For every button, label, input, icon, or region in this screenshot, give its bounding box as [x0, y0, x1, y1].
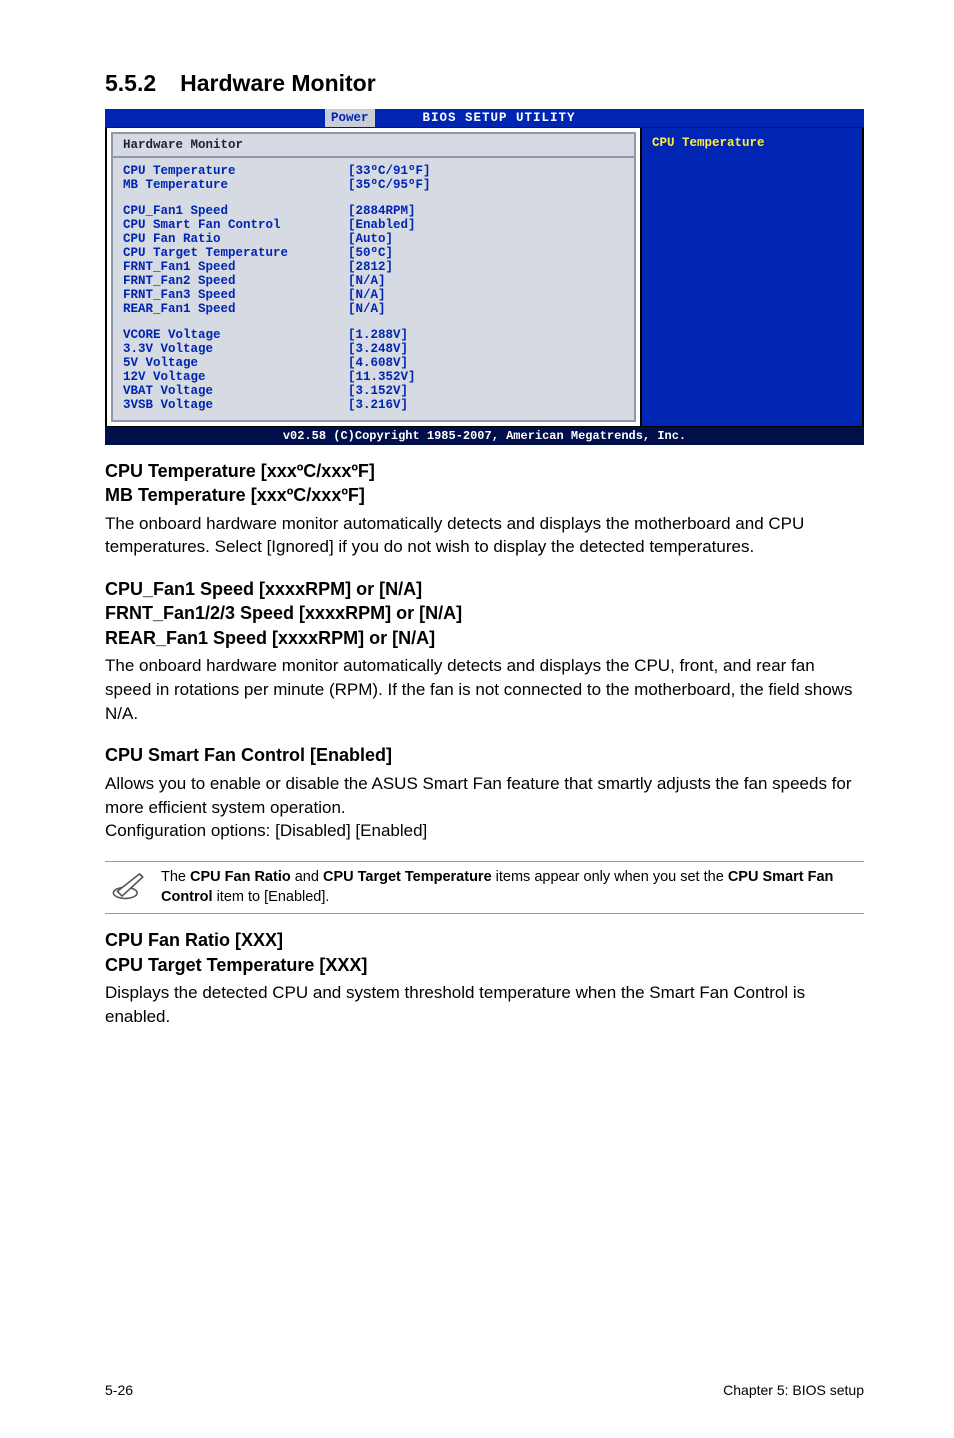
bios-title: BIOS SETUP UTILITY [375, 109, 576, 127]
bios-copyright-footer: v02.58 (C)Copyright 1985-2007, American … [105, 427, 864, 445]
chapter-label: Chapter 5: BIOS setup [723, 1382, 864, 1398]
subheading-fan-ratio-target: CPU Fan Ratio [XXX] CPU Target Temperatu… [105, 928, 864, 977]
paragraph: Allows you to enable or disable the ASUS… [105, 772, 864, 843]
bios-panel-header: Hardware Monitor [123, 138, 624, 154]
bios-row: 5V Voltage[4.608V] [123, 356, 624, 370]
bios-row: CPU Temperature[33ºC/91ºF] [123, 164, 624, 178]
bios-right-panel: CPU Temperature [640, 128, 862, 426]
section-number: 5.5.2 [105, 70, 156, 97]
bios-row: CPU Fan Ratio[Auto] [123, 232, 624, 246]
bios-help-text: CPU Temperature [652, 136, 765, 150]
paragraph: The onboard hardware monitor automatical… [105, 654, 864, 725]
note-box: The CPU Fan Ratio and CPU Target Tempera… [105, 861, 864, 914]
bios-row: REAR_Fan1 Speed[N/A] [123, 302, 624, 316]
paragraph: Displays the detected CPU and system thr… [105, 981, 864, 1029]
subheading-fan-speeds: CPU_Fan1 Speed [xxxxRPM] or [N/A] FRNT_F… [105, 577, 864, 650]
bios-row: VBAT Voltage[3.152V] [123, 384, 624, 398]
note-text: The CPU Fan Ratio and CPU Target Tempera… [155, 868, 864, 907]
bios-row: MB Temperature[35ºC/95ºF] [123, 178, 624, 192]
bios-row: CPU Smart Fan Control[Enabled] [123, 218, 624, 232]
bios-row: FRNT_Fan3 Speed[N/A] [123, 288, 624, 302]
subheading-cpu-mb-temp: CPU Temperature [xxxºC/xxxºF] MB Tempera… [105, 459, 864, 508]
bios-row: CPU Target Temperature[50ºC] [123, 246, 624, 260]
bios-row: 12V Voltage[11.352V] [123, 370, 624, 384]
bios-row: FRNT_Fan1 Speed[2812] [123, 260, 624, 274]
bios-topbar: Power BIOS SETUP UTILITY [105, 109, 864, 128]
bios-row: 3.3V Voltage[3.248V] [123, 342, 624, 356]
subheading-smart-fan: CPU Smart Fan Control [Enabled] [105, 743, 864, 767]
note-icon [105, 869, 155, 906]
paragraph: The onboard hardware monitor automatical… [105, 512, 864, 560]
bios-left-panel: Hardware Monitor CPU Temperature[33ºC/91… [111, 132, 636, 422]
bios-row: CPU_Fan1 Speed[2884RPM] [123, 204, 624, 218]
bios-row: VCORE Voltage[1.288V] [123, 328, 624, 342]
bios-row: FRNT_Fan2 Speed[N/A] [123, 274, 624, 288]
page-footer: 5-26 Chapter 5: BIOS setup [105, 1382, 864, 1398]
bios-screenshot: Power BIOS SETUP UTILITY Hardware Monito… [105, 109, 864, 445]
section-title: Hardware Monitor [180, 70, 376, 96]
bios-tab-power: Power [325, 109, 375, 127]
bios-row: 3VSB Voltage[3.216V] [123, 398, 624, 412]
section-heading: 5.5.2 Hardware Monitor [105, 70, 864, 97]
page-number: 5-26 [105, 1382, 133, 1398]
